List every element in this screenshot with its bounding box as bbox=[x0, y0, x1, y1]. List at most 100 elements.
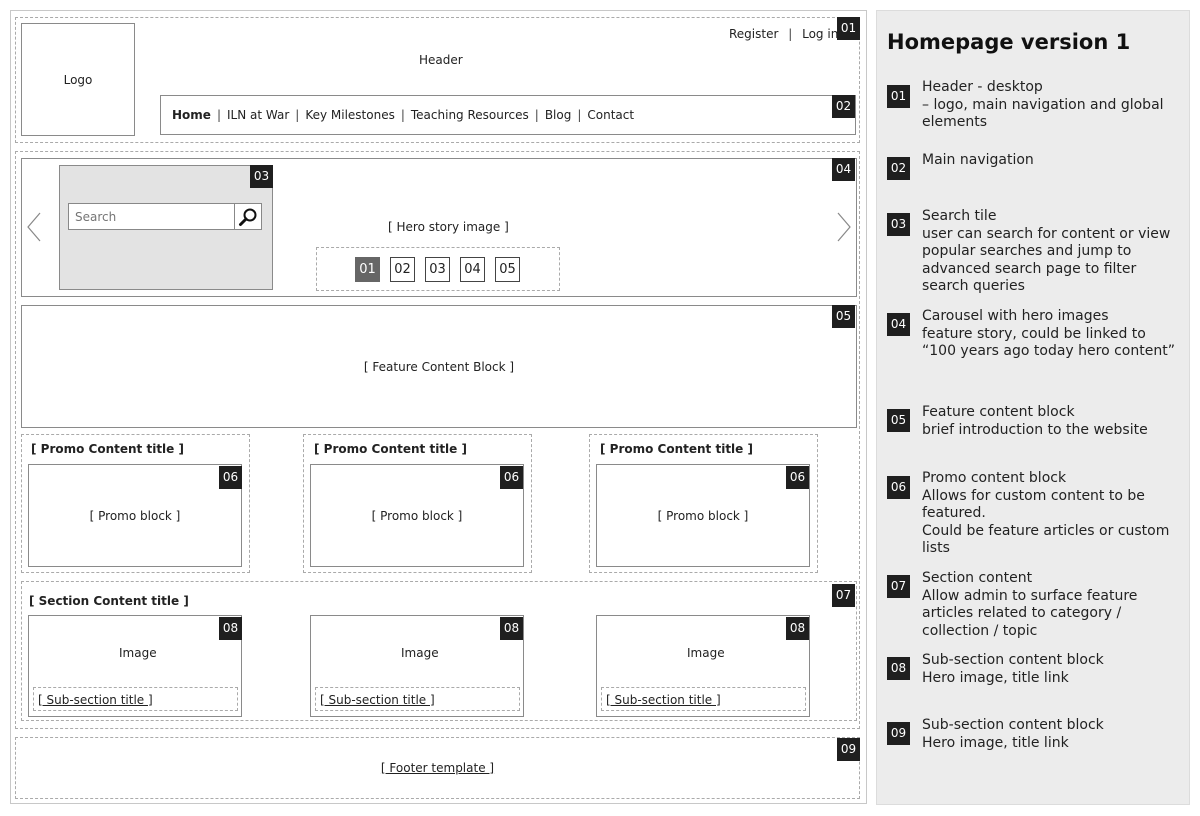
promo-block-label-1: [ Promo block ] bbox=[89, 508, 181, 523]
footer-template: [ Footer template ] bbox=[15, 737, 860, 799]
badge-06: 06 bbox=[500, 466, 523, 489]
nav-item-teaching-resources[interactable]: Teaching Resources bbox=[411, 108, 529, 122]
legend-badge-04: 04 bbox=[887, 313, 910, 336]
promo-block-label-3: [ Promo block ] bbox=[657, 508, 749, 523]
legend-line: feature story, could be linked to “100 y… bbox=[922, 325, 1175, 360]
legend-badge-01: 01 bbox=[887, 85, 910, 108]
search-button[interactable] bbox=[234, 203, 262, 230]
badge-04: 04 bbox=[832, 158, 855, 181]
search-input[interactable] bbox=[68, 203, 235, 230]
badge-06: 06 bbox=[219, 466, 242, 489]
subsection-title-1[interactable]: [ Sub-section title ] bbox=[38, 693, 153, 707]
legend-line: Hero image, title link bbox=[922, 669, 1069, 686]
header-label: Header bbox=[419, 53, 463, 67]
subsection-image-1: Image bbox=[119, 646, 157, 660]
legend-badge-02: 02 bbox=[887, 157, 910, 180]
promo-title-2: [ Promo Content title ] bbox=[314, 442, 467, 456]
legend-line: Sub-section content block bbox=[922, 717, 1104, 733]
nav-links: Home | ILN at War | Key Milestones | Teaching … bbox=[172, 108, 634, 122]
legend-text-04: Carousel with hero images feature story,… bbox=[922, 308, 1184, 361]
legend-badge-07: 07 bbox=[887, 575, 910, 598]
nav-separator: | bbox=[400, 108, 405, 122]
chevron-right-icon[interactable] bbox=[836, 212, 852, 242]
legend-text-07: Section content Allow admin to surface f… bbox=[922, 570, 1184, 640]
subsection-image-3: Image bbox=[687, 646, 725, 660]
legend-line: Main navigation bbox=[922, 152, 1034, 168]
legend-badge-05: 05 bbox=[887, 409, 910, 432]
promo-block-2[interactable]: [ Promo block ] bbox=[310, 464, 524, 567]
promo-block-3[interactable]: [ Promo block ] bbox=[596, 464, 810, 567]
legend-text-02: Main navigation bbox=[922, 152, 1184, 170]
legend-line: Promo content block bbox=[922, 470, 1067, 486]
logo-placeholder[interactable]: Logo bbox=[21, 23, 135, 136]
subsection-title-2[interactable]: [ Sub-section title ] bbox=[320, 693, 435, 707]
promo-title-1: [ Promo Content title ] bbox=[31, 442, 184, 456]
nav-item-blog[interactable]: Blog bbox=[545, 108, 572, 122]
footer-label[interactable]: [ Footer template ] bbox=[381, 761, 494, 775]
legend-line: Search tile bbox=[922, 208, 997, 224]
nav-item-key-milestones[interactable]: Key Milestones bbox=[305, 108, 395, 122]
chevron-left-icon[interactable] bbox=[26, 212, 42, 242]
global-links: Register | Log in bbox=[729, 27, 838, 41]
nav-item-iln-at-war[interactable]: ILN at War bbox=[227, 108, 289, 122]
badge-08: 08 bbox=[500, 617, 523, 640]
global-links-separator: | bbox=[788, 27, 793, 41]
promo-block-1[interactable]: [ Promo block ] bbox=[28, 464, 242, 567]
feature-content-label: [ Feature Content Block ] bbox=[363, 359, 515, 374]
legend-line: Sub-section content block bbox=[922, 652, 1104, 668]
legend-text-01: Header - desktop – logo, main navigation… bbox=[922, 79, 1184, 132]
legend-badge-06: 06 bbox=[887, 476, 910, 499]
legend-badge-09: 09 bbox=[887, 722, 910, 745]
promo-title-3: [ Promo Content title ] bbox=[600, 442, 753, 456]
legend-badge-03: 03 bbox=[887, 213, 910, 236]
section-content-title: [ Section Content title ] bbox=[29, 594, 189, 608]
nav-separator: | bbox=[534, 108, 539, 122]
badge-08: 08 bbox=[219, 617, 242, 640]
promo-block-label-2: [ Promo block ] bbox=[371, 508, 463, 523]
legend-line: Allow admin to surface feature articles … bbox=[922, 587, 1138, 639]
badge-09: 09 bbox=[837, 738, 860, 761]
subsection-title-3[interactable]: [ Sub-section title ] bbox=[606, 693, 721, 707]
legend-text-03: Search tile user can search for content … bbox=[922, 208, 1184, 296]
legend-badge-08: 08 bbox=[887, 657, 910, 680]
legend-line: user can search for content or view popu… bbox=[922, 225, 1171, 295]
legend-text-06: Promo content block Allows for custom co… bbox=[922, 470, 1184, 558]
nav-item-home[interactable]: Home bbox=[172, 108, 211, 122]
legend-line: Section content bbox=[922, 570, 1033, 586]
badge-07: 07 bbox=[832, 584, 855, 607]
legend-line: Could be feature articles or custom list… bbox=[922, 522, 1170, 557]
carousel-page-03[interactable]: 03 bbox=[425, 257, 450, 282]
legend-line: Carousel with hero images bbox=[922, 308, 1109, 324]
badge-02: 02 bbox=[832, 95, 855, 118]
legend-line: Hero image, title link bbox=[922, 734, 1069, 751]
badge-06: 06 bbox=[786, 466, 809, 489]
carousel-page-05[interactable]: 05 bbox=[495, 257, 520, 282]
carousel-page-01[interactable]: 01 bbox=[355, 257, 380, 282]
login-link[interactable]: Log in bbox=[802, 27, 838, 41]
nav-separator: | bbox=[577, 108, 582, 122]
carousel-page-04[interactable]: 04 bbox=[460, 257, 485, 282]
legend-line: Feature content block bbox=[922, 404, 1075, 420]
badge-08: 08 bbox=[786, 617, 809, 640]
register-link[interactable]: Register bbox=[729, 27, 778, 41]
legend-text-09: Sub-section content block Hero image, ti… bbox=[922, 717, 1184, 752]
legend-text-08: Sub-section content block Hero image, ti… bbox=[922, 652, 1184, 687]
badge-01: 01 bbox=[837, 17, 860, 40]
legend-title: Homepage version 1 bbox=[887, 30, 1131, 54]
badge-03: 03 bbox=[250, 165, 273, 188]
subsection-image-2: Image bbox=[401, 646, 439, 660]
carousel-page-02[interactable]: 02 bbox=[390, 257, 415, 282]
badge-05: 05 bbox=[832, 305, 855, 328]
logo-label: Logo bbox=[63, 72, 93, 87]
nav-item-contact[interactable]: Contact bbox=[587, 108, 634, 122]
legend-line: Allows for custom content to be featured… bbox=[922, 487, 1145, 522]
nav-separator: | bbox=[216, 108, 221, 122]
legend-line: Header - desktop bbox=[922, 79, 1043, 95]
feature-content-block: [ Feature Content Block ] bbox=[21, 305, 857, 428]
search-icon bbox=[239, 208, 257, 226]
nav-separator: | bbox=[295, 108, 300, 122]
legend-line: brief introduction to the website bbox=[922, 421, 1148, 438]
legend-line: – logo, main navigation and global eleme… bbox=[922, 96, 1164, 131]
legend-text-05: Feature content block brief introduction… bbox=[922, 404, 1184, 439]
hero-story-image-label: [ Hero story image ] bbox=[388, 220, 509, 234]
